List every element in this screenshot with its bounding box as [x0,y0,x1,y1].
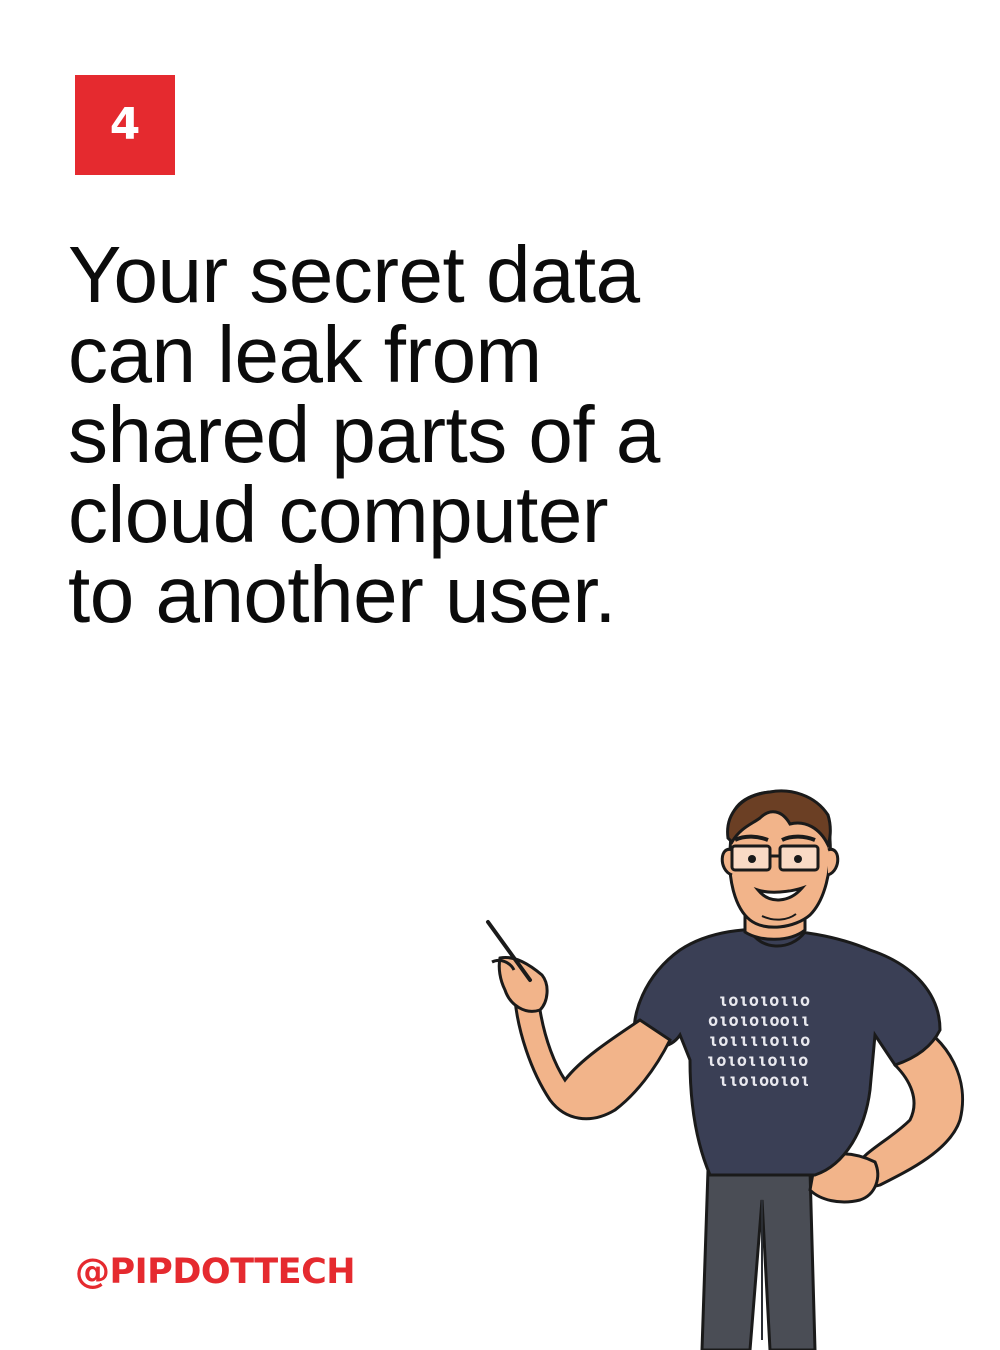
pants [700,1168,817,1350]
binary-line: ιοιιιιοιιο [708,1031,810,1051]
head [720,789,840,929]
social-handle: @PIPDOTTECH [75,1252,356,1292]
binary-line: ιοιοιοιιο [718,991,810,1011]
binary-line: ιοιοιιοιιο [706,1051,808,1071]
slide-number-badge: 4 [75,75,175,175]
binary-line: ιιοιοοιοι [718,1071,810,1091]
headline-line: shared parts of a [68,390,660,479]
shirt-binary-text: ιοιοιοιιο οιοιοιοοιι ιοιιιιοιιο ιοιοιιοι… [706,991,810,1091]
headline: Your secret data can leak from shared pa… [68,235,788,635]
headline-line: to another user. [68,550,616,639]
binary-line: οιοιοιοοιι [708,1011,810,1031]
left-arm [491,955,672,1121]
nerd-presenter-illustration: ιοιοιοιιο οιοιοιοοιι ιοιιιιοιιο ιοιοιιοι… [470,780,1000,1350]
presenter-illustration-icon: ιοιοιοιιο οιοιοιοοιι ιοιιιιοιιο ιοιοιιοι… [486,789,965,1350]
headline-line: cloud computer [68,470,608,559]
headline-line: Your secret data [68,230,640,319]
headline-line: can leak from [68,310,542,399]
slide-number: 4 [109,99,141,150]
